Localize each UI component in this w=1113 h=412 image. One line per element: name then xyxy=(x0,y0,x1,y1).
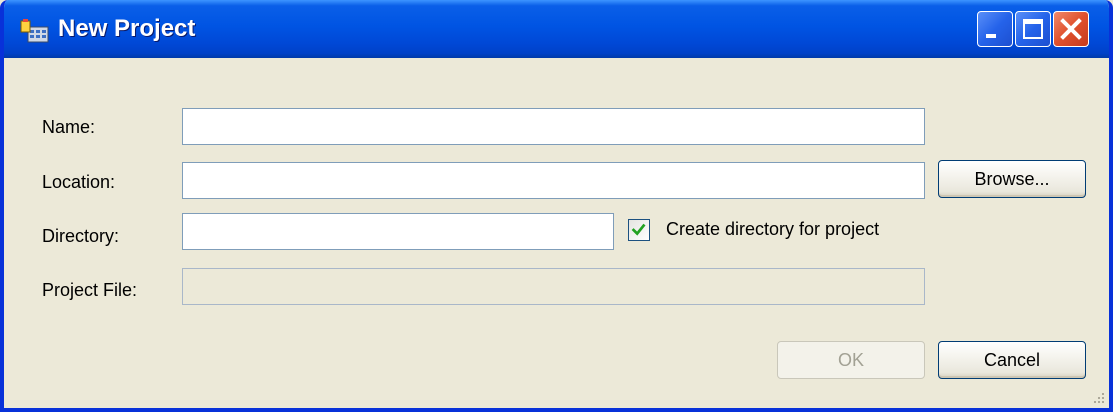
project-file-input xyxy=(182,268,925,305)
window-title: New Project xyxy=(58,15,196,42)
check-mark-icon xyxy=(631,223,646,236)
cancel-button-label: Cancel xyxy=(983,349,1041,370)
minimize-button[interactable] xyxy=(977,11,1013,47)
location-label: Location: xyxy=(42,172,116,192)
directory-input[interactable] xyxy=(182,213,614,250)
directory-label: Directory: xyxy=(42,226,120,246)
browse-button[interactable]: Browse... xyxy=(938,160,1086,198)
close-button[interactable] xyxy=(1053,11,1089,47)
browse-button-label: Browse... xyxy=(974,168,1050,189)
ok-button[interactable]: OK xyxy=(777,341,925,379)
maximize-icon xyxy=(1023,19,1043,39)
name-input[interactable] xyxy=(182,108,925,145)
resize-grip-icon[interactable] xyxy=(1089,388,1107,406)
maximize-button[interactable] xyxy=(1015,11,1051,47)
minimize-icon xyxy=(986,34,996,38)
create-directory-label[interactable]: Create directory for project xyxy=(666,219,879,240)
cancel-button[interactable]: Cancel xyxy=(938,341,1086,379)
project-app-icon xyxy=(20,19,49,43)
location-input[interactable] xyxy=(182,162,925,199)
name-label: Name: xyxy=(42,117,96,137)
project-file-label: Project File: xyxy=(42,280,138,300)
close-icon xyxy=(1060,18,1082,40)
create-directory-checkbox[interactable] xyxy=(628,219,650,241)
new-project-dialog: New Project Name: Location: Browse... Di… xyxy=(0,0,1113,412)
title-bar[interactable]: New Project xyxy=(4,0,1109,58)
ok-button-label: OK xyxy=(837,349,864,370)
